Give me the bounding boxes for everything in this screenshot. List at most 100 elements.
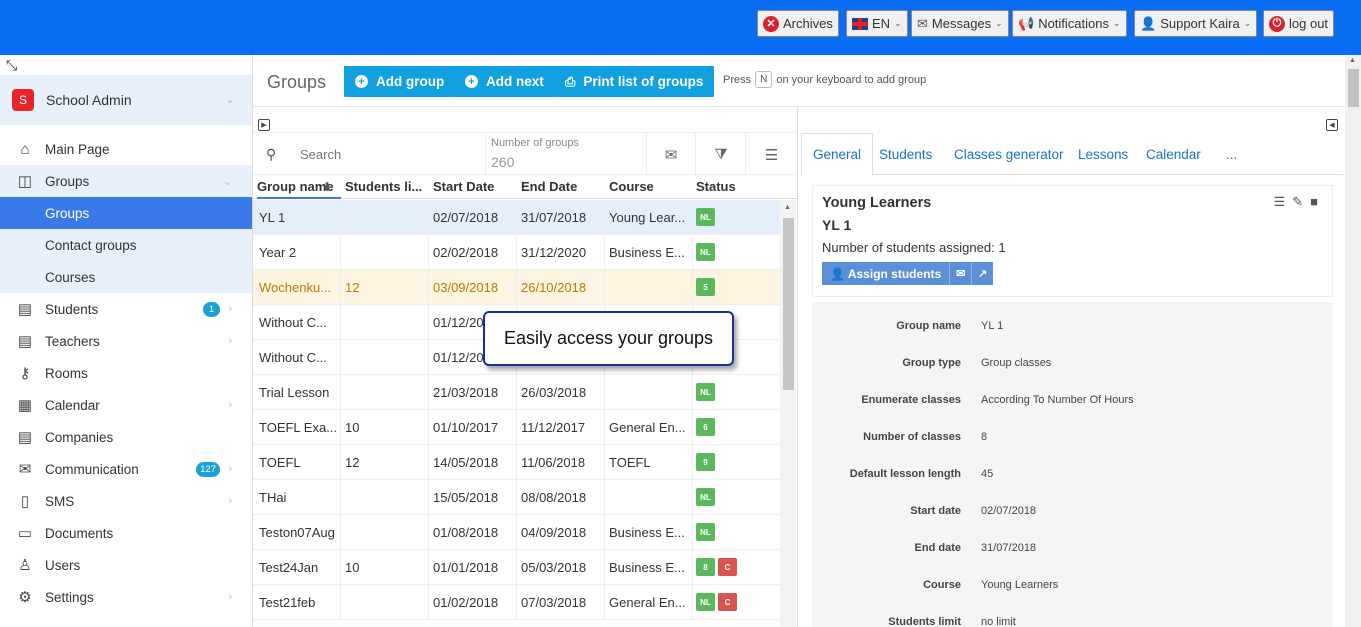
cell-course: TOEFL <box>609 455 651 470</box>
cell-start: 01/02/2018 <box>433 595 499 610</box>
column-course[interactable]: Course <box>609 179 693 194</box>
column-divider <box>428 305 429 340</box>
detail-field: Default lesson length 45 <box>812 450 1333 487</box>
collapse-arrows-icon[interactable]: ⤡ <box>6 57 17 74</box>
table-row[interactable]: Test21feb 01/02/2018 07/03/2018 General En.… <box>253 585 780 620</box>
sidebar-subitem-contact-groups[interactable]: Contact groups <box>0 229 252 261</box>
panel-collapse-icon[interactable]: ▶ <box>258 119 270 131</box>
status-cell: 9 <box>696 453 718 471</box>
sidebar-item-rooms[interactable]: ⚷ Rooms <box>0 357 252 389</box>
column-divider <box>428 480 429 515</box>
share-icon[interactable]: ↗ <box>971 262 993 285</box>
tab-lessons[interactable]: Lessons <box>1067 133 1139 175</box>
table-row[interactable]: TOEFL Exa... 10 01/10/2017 11/12/2017 Genera… <box>253 410 780 445</box>
logout-button[interactable]: ⏻ log out <box>1263 10 1335 37</box>
column-end-date[interactable]: End Date <box>521 179 605 194</box>
sidebar-item-settings[interactable]: ⚙ Settings › <box>0 581 252 613</box>
tab-more[interactable]: ... <box>1215 133 1248 175</box>
archives-button[interactable]: ✕ Archives <box>757 10 839 37</box>
profile-switcher[interactable]: S School Admin ⌄ <box>0 75 252 125</box>
window-scrollbar[interactable]: ▲ <box>1345 55 1361 627</box>
assign-students-button[interactable]: 👤 Assign students ✉ ↗ <box>822 262 994 285</box>
column-divider <box>428 270 429 305</box>
column-divider <box>340 235 341 270</box>
status-cell: NL <box>696 488 718 506</box>
panel-collapse-icon[interactable]: ◀ <box>1326 119 1338 131</box>
tab-general[interactable]: General <box>801 133 874 176</box>
column-divider <box>340 445 341 480</box>
sidebar-subitem-groups[interactable]: Groups <box>0 197 252 229</box>
table-row[interactable]: Year 2 02/02/2018 31/12/2020 Business E... N… <box>253 235 780 270</box>
sidebar-item-users[interactable]: ♙ Users <box>0 549 252 581</box>
folder-icon[interactable]: ■ <box>1310 194 1318 210</box>
envelope-icon[interactable]: ✉ <box>949 262 971 285</box>
sort-desc-icon[interactable]: ⬇ <box>322 180 332 194</box>
tab-classes-generator[interactable]: Classes generator <box>943 133 1075 175</box>
window-scroll-thumb[interactable] <box>1348 69 1359 107</box>
sidebar-item-companies[interactable]: ▤ Companies <box>0 421 252 453</box>
sidebar-subitem-courses[interactable]: Courses <box>0 261 252 293</box>
envelope-icon: ✉ <box>18 461 32 478</box>
keyboard-key: N <box>755 71 773 88</box>
sidebar-nav: ⌂ Main Page ◫ Groups ⌄ Groups Contact gr… <box>0 133 252 613</box>
tab-calendar[interactable]: Calendar <box>1135 133 1212 175</box>
page-title: Groups <box>267 72 327 92</box>
table-row[interactable]: THai 15/05/2018 08/08/2018 NL <box>253 480 780 515</box>
detail-field: Group name YL 1 <box>812 302 1333 339</box>
column-divider <box>604 375 605 410</box>
status-badge: 9 <box>696 453 715 471</box>
cell-end: 11/06/2018 <box>521 455 586 470</box>
sidebar-item-groups[interactable]: ◫ Groups ⌄ <box>0 165 252 197</box>
filter-icon[interactable]: ⧩ <box>697 133 746 176</box>
list-icon[interactable]: ☰ <box>1274 194 1286 210</box>
sidebar-item-communication[interactable]: ✉ Communication 127 › <box>0 453 252 485</box>
column-start-date[interactable]: Start Date <box>433 179 517 194</box>
cell-start: 01/01/2018 <box>433 560 499 575</box>
chevron-down-icon: ⌄ <box>894 18 902 28</box>
sidebar-item-students[interactable]: ▤ Students 1 › <box>0 293 252 325</box>
user-dropdown[interactable]: 👤 Support Kaira ⌄ <box>1134 10 1258 37</box>
table-row[interactable]: TOEFL 12 14/05/2018 11/06/2018 TOEFL 9 <box>253 445 780 480</box>
column-divider <box>516 480 517 515</box>
column-students-limit[interactable]: Students li... <box>345 179 429 194</box>
table-row[interactable]: Test24Jan 10 01/01/2018 05/03/2018 Business … <box>253 550 780 585</box>
table-row[interactable]: YL 1 02/07/2018 31/07/2018 Young Lear... NL <box>253 200 780 235</box>
cell-end: 26/10/2018 <box>521 280 587 295</box>
column-divider <box>428 445 429 480</box>
tab-students[interactable]: Students <box>868 133 943 175</box>
pencil-icon[interactable]: ✎ <box>1292 194 1303 210</box>
column-status[interactable]: Status <box>696 179 780 194</box>
table-row[interactable]: Teston07Aug 01/08/2018 04/09/2018 Business … <box>253 515 780 550</box>
sidebar-item-teachers[interactable]: ▤ Teachers › <box>0 325 252 357</box>
messages-dropdown[interactable]: ✉ Messages ⌄ <box>911 10 1009 37</box>
column-divider <box>340 550 341 585</box>
sidebar-item-sms[interactable]: ▯ SMS › <box>0 485 252 517</box>
column-divider <box>516 585 517 620</box>
list-scrollbar[interactable]: ▲ <box>780 200 796 627</box>
cell-name: Year 2 <box>259 245 297 260</box>
list-toolbar: ⚲ Number of groups 260 ✉ ⧩ ☰ <box>253 132 798 176</box>
sidebar-item-main-page[interactable]: ⌂ Main Page <box>0 133 252 165</box>
notifications-dropdown[interactable]: 📢 Notifications ⌄ <box>1012 10 1127 37</box>
status-cell: NL <box>696 208 718 226</box>
sidebar-item-calendar[interactable]: ▦ Calendar › <box>0 389 252 421</box>
print-list-button[interactable]: ⎙ Print list of groups <box>554 66 715 97</box>
table-row[interactable]: Wochenku... 12 03/09/2018 26/10/2018 5 <box>253 270 780 305</box>
mobile-icon: ▯ <box>20 493 30 510</box>
column-divider <box>604 445 605 480</box>
column-divider <box>516 410 517 445</box>
add-group-button[interactable]: + Add group <box>344 66 456 97</box>
table-row[interactable]: Trial Lesson 21/03/2018 26/03/2018 NL <box>253 375 780 410</box>
menu-icon[interactable]: ☰ <box>747 133 796 176</box>
add-next-button[interactable]: + Add next <box>454 66 555 97</box>
sidebar-item-documents[interactable]: ▭ Documents <box>0 517 252 549</box>
list-scroll-thumb[interactable] <box>783 218 794 390</box>
search-input[interactable] <box>293 142 478 167</box>
chevron-down-icon: ⌄ <box>1113 18 1121 28</box>
scroll-up-icon[interactable]: ▲ <box>784 204 791 211</box>
language-dropdown[interactable]: EN ⌄ <box>846 10 908 37</box>
status-badge: 5 <box>696 278 715 296</box>
detail-field: Start date 02/07/2018 <box>812 487 1333 524</box>
email-icon[interactable]: ✉ <box>647 133 696 176</box>
scroll-up-icon[interactable]: ▲ <box>1349 57 1356 64</box>
